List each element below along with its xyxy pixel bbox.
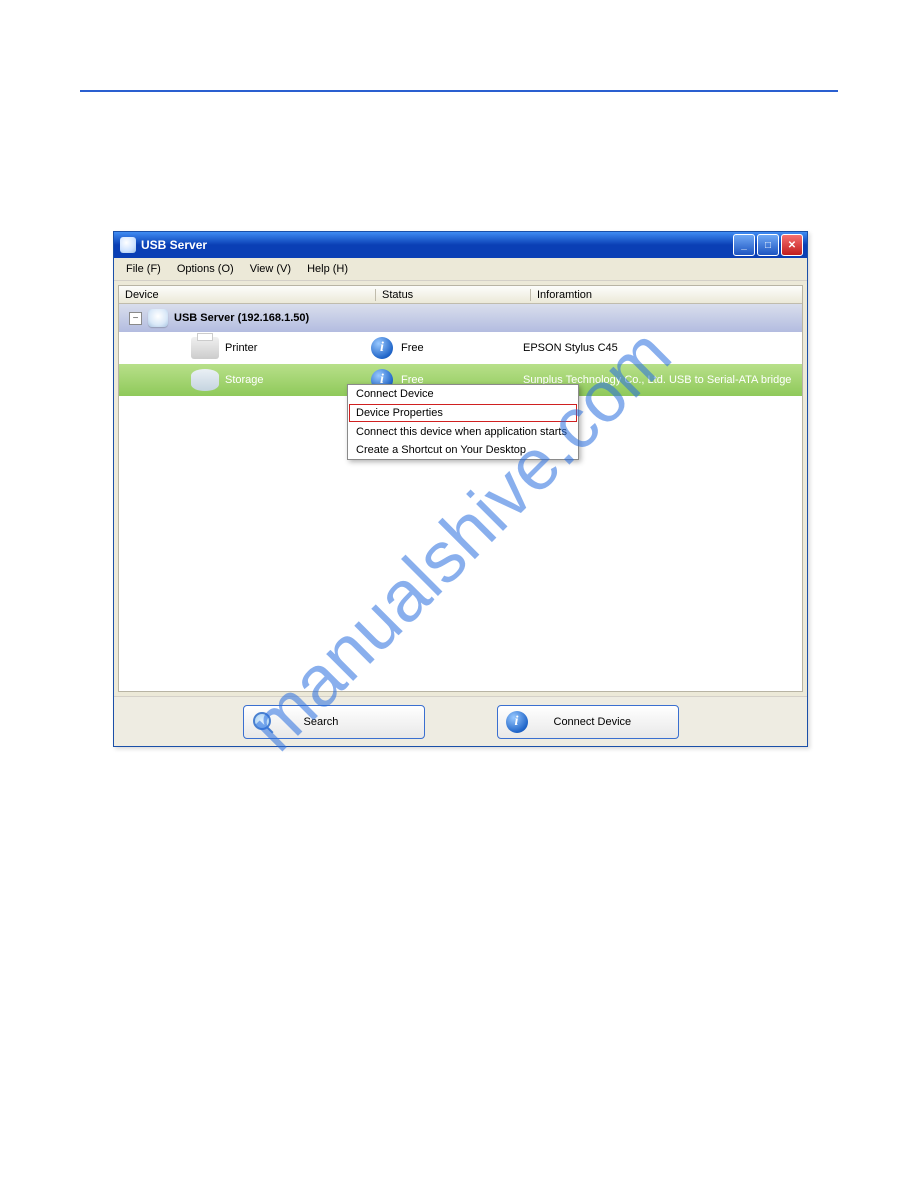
ctx-device-properties[interactable]: Device Properties xyxy=(349,404,577,422)
info-icon: i xyxy=(506,711,528,733)
status-text: Free xyxy=(401,342,424,354)
minimize-button[interactable]: _ xyxy=(733,234,755,256)
tree-collapse-toggle[interactable]: − xyxy=(129,312,142,325)
menu-file[interactable]: File (F) xyxy=(118,261,169,277)
close-button[interactable]: ✕ xyxy=(781,234,803,256)
context-menu: Connect Device Device Properties Connect… xyxy=(347,384,579,460)
usb-server-window: USB Server _ □ ✕ File (F) Options (O) Vi… xyxy=(113,231,808,747)
menu-view[interactable]: View (V) xyxy=(242,261,299,277)
window-controls: _ □ ✕ xyxy=(733,234,803,256)
window-title: USB Server xyxy=(141,238,733,252)
window-titlebar: USB Server _ □ ✕ xyxy=(114,232,807,258)
server-row[interactable]: − USB Server (192.168.1.50) xyxy=(119,304,802,332)
button-bar: Search i Connect Device xyxy=(114,696,807,746)
server-label: USB Server (192.168.1.50) xyxy=(174,312,309,324)
status-cell: i Free xyxy=(371,337,519,359)
ctx-connect-on-start[interactable]: Connect this device when application sta… xyxy=(348,423,578,441)
page-header-rule xyxy=(80,90,838,92)
menu-help[interactable]: Help (H) xyxy=(299,261,356,277)
connect-device-button[interactable]: i Connect Device xyxy=(497,705,679,739)
column-status[interactable]: Status xyxy=(376,289,531,301)
info-cell: EPSON Stylus C45 xyxy=(519,342,802,354)
server-icon xyxy=(148,309,168,327)
search-button[interactable]: Search xyxy=(243,705,425,739)
ctx-create-shortcut[interactable]: Create a Shortcut on Your Desktop xyxy=(348,441,578,459)
device-row-printer[interactable]: Printer i Free EPSON Stylus C45 xyxy=(119,332,802,364)
column-device[interactable]: Device xyxy=(119,289,376,301)
column-information[interactable]: Inforamtion xyxy=(531,289,802,301)
ctx-connect-device[interactable]: Connect Device xyxy=(348,385,578,403)
storage-icon xyxy=(191,369,219,391)
app-icon xyxy=(120,237,136,253)
content-panel: Device Status Inforamtion − USB Server (… xyxy=(118,285,803,692)
column-headers: Device Status Inforamtion xyxy=(119,286,802,304)
menu-bar: File (F) Options (O) View (V) Help (H) xyxy=(114,258,807,281)
search-icon xyxy=(252,711,274,733)
menu-options[interactable]: Options (O) xyxy=(169,261,242,277)
connect-device-label: Connect Device xyxy=(554,716,632,728)
info-icon: i xyxy=(371,337,393,359)
search-button-label: Search xyxy=(304,716,339,728)
device-tree: − USB Server (192.168.1.50) Printer i Fr… xyxy=(119,304,802,691)
maximize-button[interactable]: □ xyxy=(757,234,779,256)
printer-icon xyxy=(191,337,219,359)
device-name: Printer xyxy=(225,342,371,354)
